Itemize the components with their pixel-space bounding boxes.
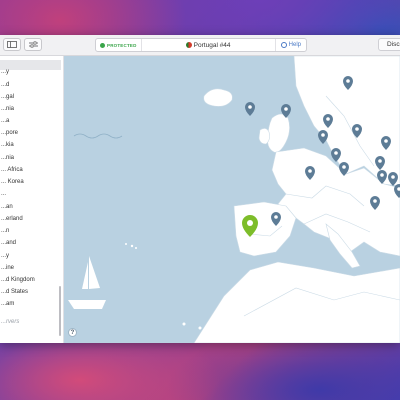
island: [130, 244, 134, 248]
server-pin-icon: [245, 102, 255, 116]
country-item[interactable]: ... Korea: [1, 178, 24, 186]
country-item[interactable]: ...and: [1, 239, 16, 247]
country-item[interactable]: ...nia: [1, 105, 14, 113]
island: [135, 247, 137, 249]
country-item[interactable]: ... Africa: [1, 166, 23, 174]
map-help-button[interactable]: ?: [68, 328, 77, 337]
island: [208, 328, 212, 332]
country-item[interactable]: ...d States: [1, 288, 28, 296]
country-list: ...y ...d ...gal ...nia ...a ...pore ...…: [0, 56, 64, 343]
country-item[interactable]: ...kia: [1, 141, 14, 149]
status-badge: PROTECTED: [96, 39, 142, 51]
country-item[interactable]: ...n: [1, 227, 9, 235]
sea-wave: [73, 133, 123, 139]
current-server[interactable]: Portugal #44: [142, 41, 275, 49]
sidebar-scrollbar[interactable]: [59, 286, 61, 336]
nordvpn-window: PROTECTED Portugal #44 Help Disconnect .…: [0, 35, 400, 343]
sliders-icon: [28, 41, 38, 48]
server-name: Portugal #44: [193, 41, 231, 49]
world-map[interactable]: ?: [64, 56, 400, 343]
settings-button[interactable]: [24, 38, 42, 51]
country-item[interactable]: ...y: [1, 68, 9, 76]
country-item[interactable]: ...d: [1, 81, 9, 89]
toolbar: PROTECTED Portugal #44 Help Disconnect: [0, 35, 400, 56]
country-item[interactable]: ...ine: [1, 264, 14, 272]
country-item[interactable]: ...an: [1, 203, 13, 211]
selected-row-highlight: [0, 60, 61, 70]
country-item[interactable]: ...d Kingdom: [1, 276, 35, 284]
sailboat-icon: [68, 256, 106, 309]
sidebar-toggle-button[interactable]: [3, 38, 21, 51]
country-item[interactable]: ...nia: [1, 154, 14, 162]
help-label: Help: [288, 42, 301, 48]
land-uk: [267, 113, 290, 153]
island: [282, 230, 286, 234]
connection-bar: PROTECTED Portugal #44 Help: [95, 38, 307, 52]
sidebar-icon: [7, 41, 17, 48]
country-item[interactable]: ...y: [1, 252, 9, 260]
map-canvas: [68, 56, 400, 343]
country-item[interactable]: ...erland: [1, 215, 23, 223]
country-item[interactable]: ...a: [1, 117, 9, 125]
help-link[interactable]: Help: [274, 39, 306, 51]
status-dot-icon: [100, 42, 105, 48]
flag-icon: [185, 41, 192, 48]
server-pin-icon: [318, 130, 328, 144]
country-item[interactable]: ...pore: [1, 129, 18, 137]
island: [182, 322, 186, 326]
land-iberia: [233, 201, 297, 257]
land-ireland: [258, 128, 270, 145]
land-iceland: [203, 88, 233, 107]
country-item[interactable]: ...gal: [1, 93, 14, 101]
country-item[interactable]: ...: [1, 190, 6, 198]
specialty-servers-header[interactable]: ...rvers: [1, 318, 19, 326]
country-item[interactable]: ...am: [1, 300, 14, 308]
help-icon: [280, 42, 287, 48]
island: [125, 243, 127, 245]
disconnect-button[interactable]: Disconnect: [378, 38, 400, 51]
status-text: PROTECTED: [107, 42, 137, 48]
island: [198, 326, 202, 330]
land-north-africa: [193, 261, 400, 343]
